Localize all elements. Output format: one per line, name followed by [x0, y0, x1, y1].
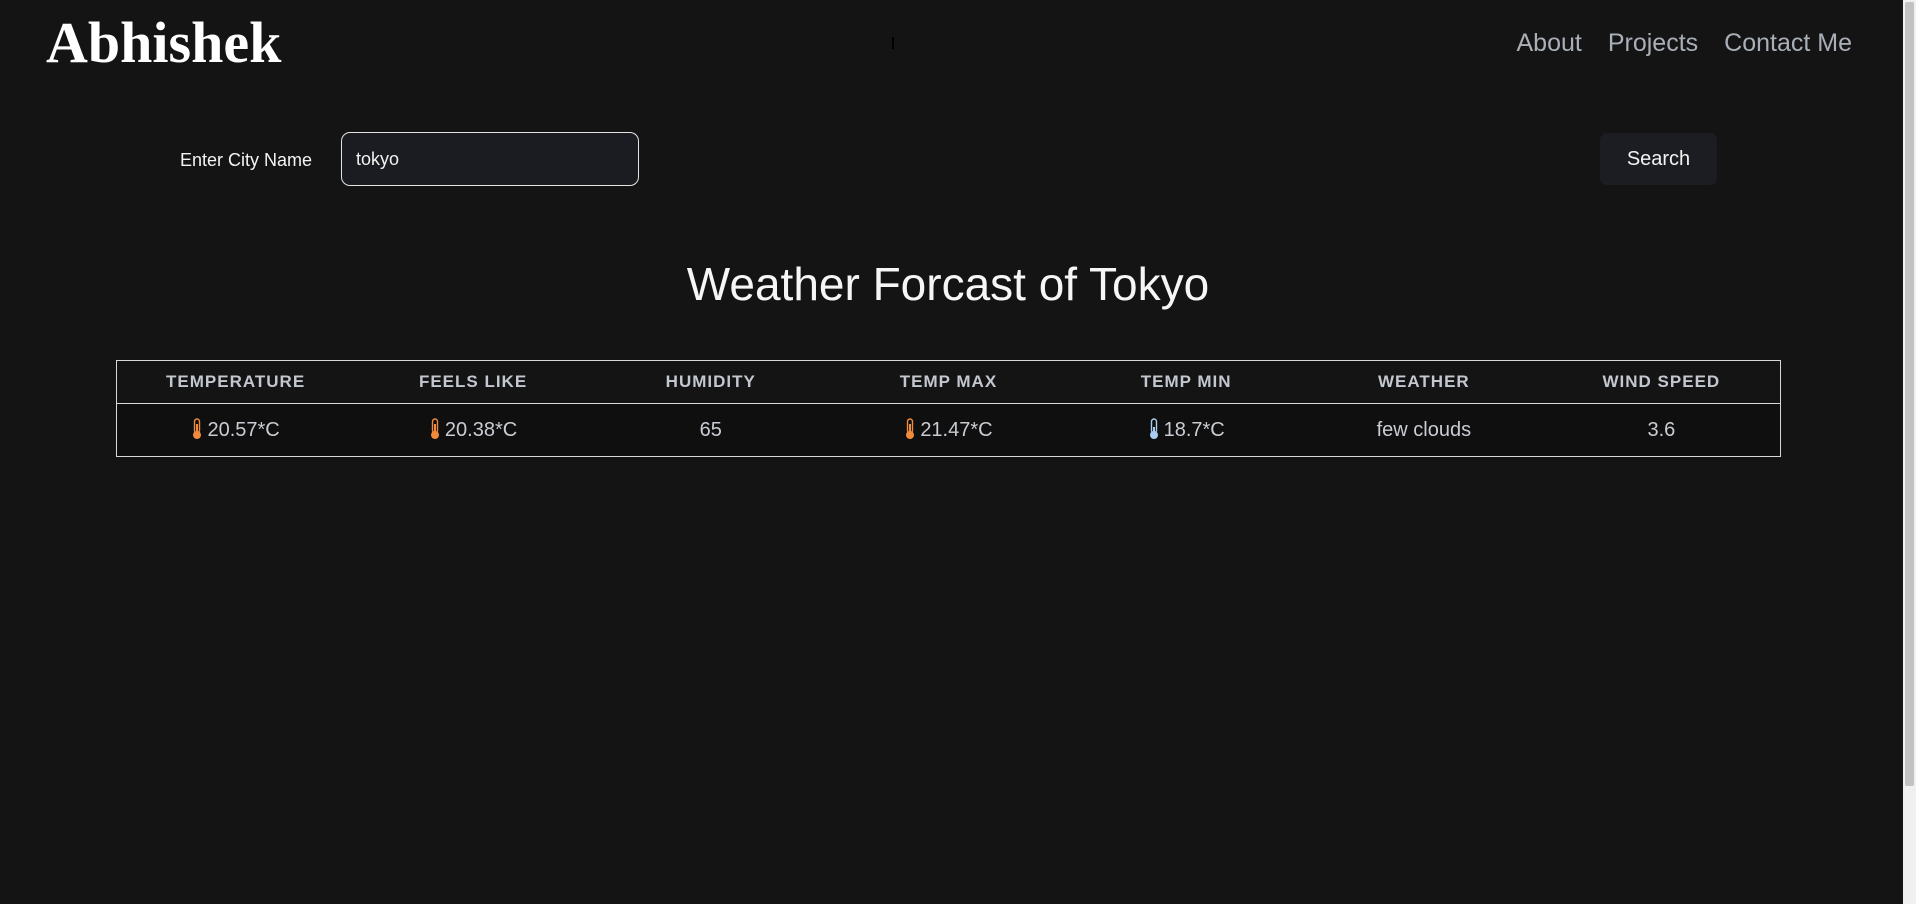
weather-page: Abhishek About Projects Contact Me Enter…	[0, 0, 1916, 904]
weather-value: few clouds	[1376, 418, 1472, 441]
column-header-temp-min: TEMP MIN	[1067, 360, 1306, 404]
cell-feels-like: 20.38*C	[354, 403, 592, 457]
city-name-input[interactable]	[341, 132, 639, 186]
feels-like-value: 20.38*C	[444, 419, 518, 441]
table-header-row: TEMPERATURE FEELS LIKE HUMIDITY TEMP MAX…	[116, 360, 1781, 404]
vertical-scrollbar[interactable]	[1903, 0, 1916, 904]
thermometer-warm-icon	[193, 418, 202, 439]
column-header-wind-speed: WIND SPEED	[1542, 360, 1781, 404]
nav-about-link[interactable]: About	[1517, 24, 1582, 62]
cell-weather: few clouds	[1305, 403, 1543, 457]
wind-speed-value: 3.6	[1647, 418, 1676, 441]
column-header-temperature: TEMPERATURE	[116, 360, 355, 404]
cell-temp-min: 18.7*C	[1067, 403, 1306, 457]
cell-temperature: 20.57*C	[116, 403, 355, 457]
nav-contact-link[interactable]: Contact Me	[1724, 24, 1852, 62]
column-header-weather: WEATHER	[1305, 360, 1543, 404]
brand-logo[interactable]: Abhishek	[46, 6, 281, 80]
forecast-title: Weather Forcast of Tokyo	[686, 258, 1210, 310]
column-header-humidity: HUMIDITY	[591, 360, 830, 404]
cell-wind-speed: 3.6	[1542, 403, 1781, 457]
temperature-value: 20.57*C	[207, 419, 280, 441]
column-header-temp-max: TEMP MAX	[829, 360, 1068, 404]
thermometer-warm-icon	[906, 418, 915, 439]
text-cursor-mark	[892, 37, 894, 49]
thermometer-cool-icon	[1149, 418, 1158, 439]
humidity-value: 65	[699, 418, 722, 441]
city-name-label: Enter City Name	[180, 150, 313, 170]
temp-max-value: 21.47*C	[920, 419, 993, 441]
thermometer-warm-icon	[430, 418, 439, 439]
search-button[interactable]: Search	[1600, 133, 1717, 185]
top-nav: About Projects Contact Me	[1517, 24, 1853, 62]
scrollbar-thumb[interactable]	[1905, 2, 1914, 786]
cell-humidity: 65	[591, 403, 830, 457]
weather-table: TEMPERATURE FEELS LIKE HUMIDITY TEMP MAX…	[116, 360, 1781, 457]
column-header-feels-like: FEELS LIKE	[354, 360, 592, 404]
table-row: 20.57*C 20.38*C 65 21.47*C 18.7*C few cl…	[116, 403, 1781, 457]
nav-projects-link[interactable]: Projects	[1608, 24, 1698, 62]
cell-temp-max: 21.47*C	[829, 403, 1068, 457]
temp-min-value: 18.7*C	[1163, 419, 1225, 441]
